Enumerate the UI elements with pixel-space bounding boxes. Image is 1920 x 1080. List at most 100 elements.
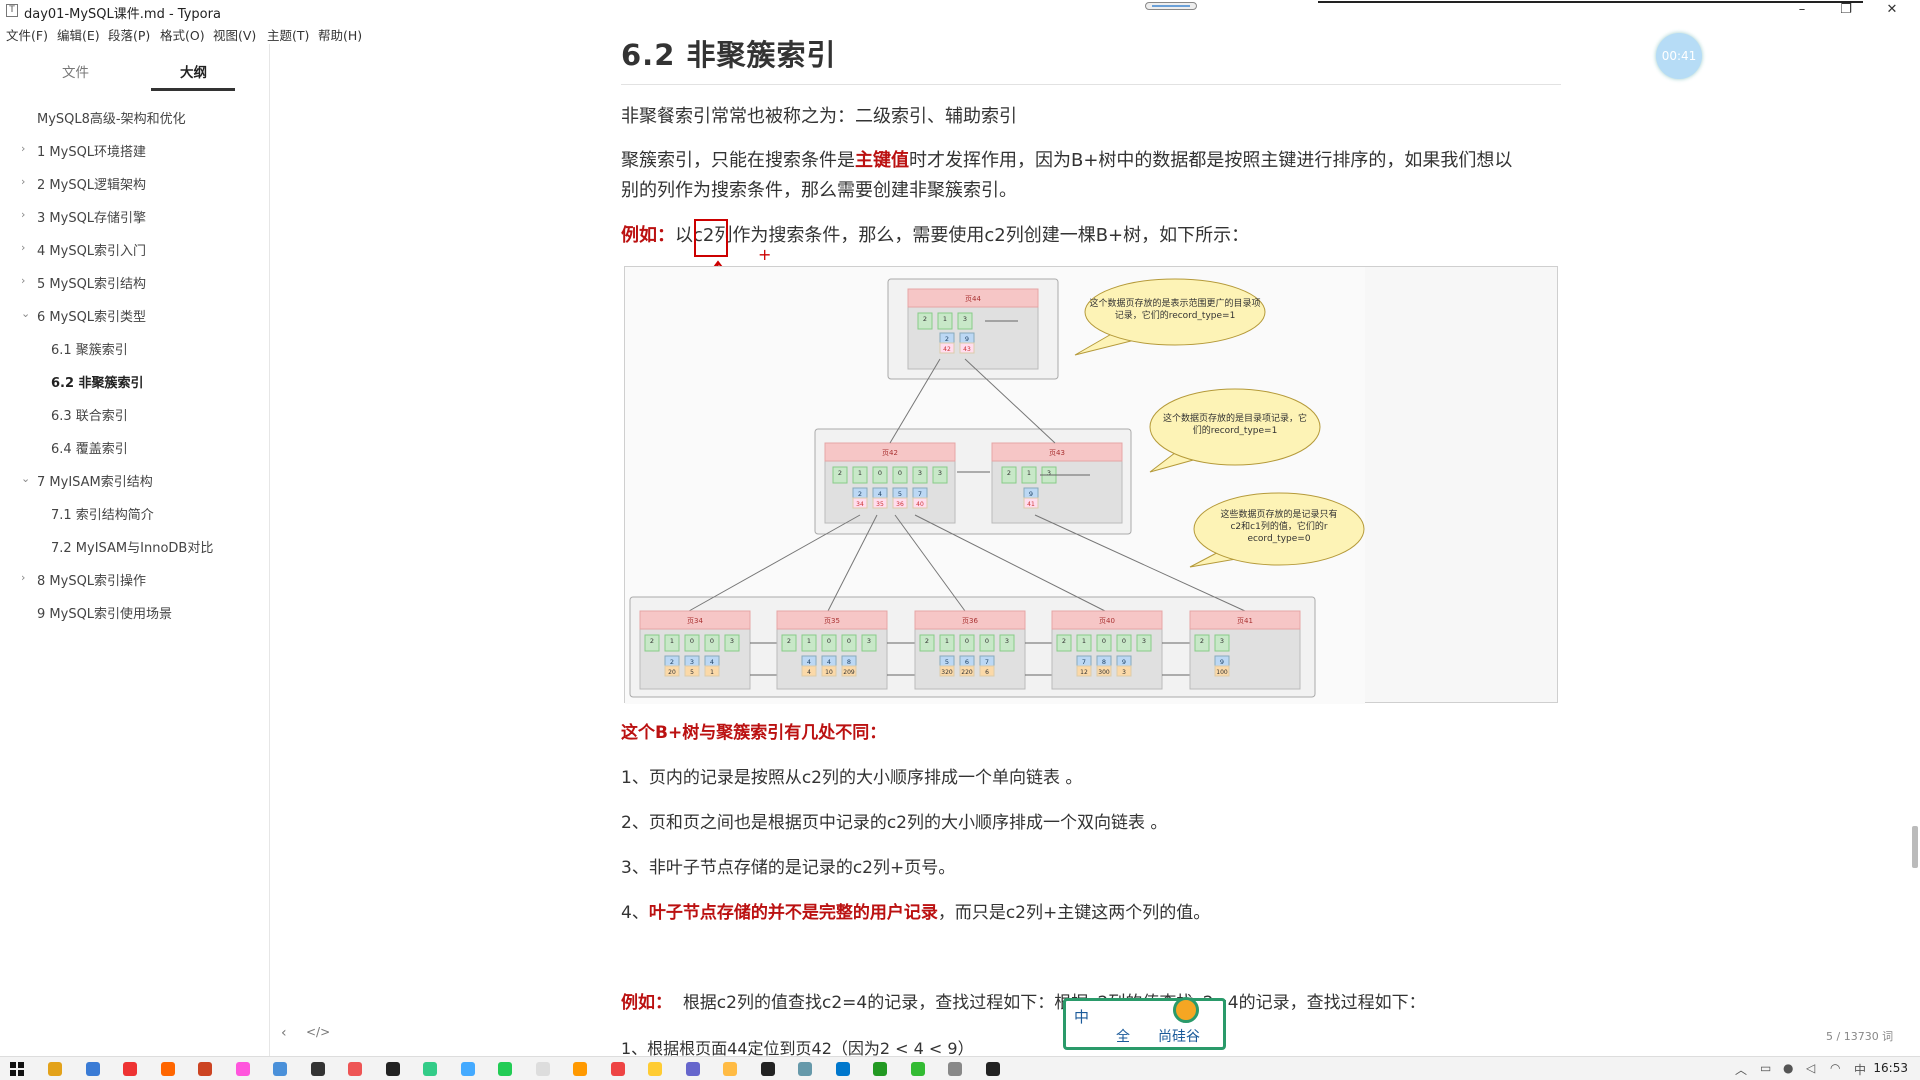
taskbar-app-icon[interactable] bbox=[685, 1062, 700, 1076]
val-value: 20 bbox=[668, 669, 676, 676]
record-header-num: 0 bbox=[878, 469, 882, 477]
taskbar-app-icon[interactable] bbox=[648, 1062, 662, 1076]
taskbar-app-icon[interactable] bbox=[948, 1062, 962, 1076]
menu-paragraph[interactable]: 段落(P) bbox=[108, 25, 150, 44]
diff-title: 这个B+树与聚簇索引有几处不同： bbox=[621, 723, 887, 743]
taskbar-app-icon[interactable] bbox=[535, 1062, 550, 1076]
windows-start-icon[interactable] bbox=[10, 1062, 24, 1076]
taskbar-app-icon[interactable] bbox=[85, 1062, 100, 1076]
recording-timer[interactable]: 00:41 bbox=[1656, 33, 1702, 79]
val-value: 4 bbox=[807, 669, 811, 676]
record-header-num: 2 bbox=[838, 469, 842, 477]
outline-item[interactable]: 6 MySQL索引类型 bbox=[37, 306, 146, 325]
outline-caret-icon[interactable]: ⌄ bbox=[21, 307, 30, 320]
taskbar-app-icon[interactable] bbox=[273, 1062, 287, 1076]
scrollbar-thumb[interactable] bbox=[1912, 826, 1918, 868]
record-header-num: 3 bbox=[1220, 637, 1224, 645]
screen-recorder-pill[interactable] bbox=[1145, 2, 1197, 10]
ime-chinese-mode[interactable]: 中 bbox=[1074, 1006, 1089, 1027]
taskbar-app-icon[interactable] bbox=[573, 1062, 587, 1076]
key-value: 4 bbox=[807, 658, 811, 666]
taskbar-app-icon[interactable] bbox=[160, 1062, 175, 1076]
source-code-mode-icon[interactable]: </> bbox=[306, 1025, 330, 1039]
menu-file[interactable]: 文件(F) bbox=[6, 25, 48, 44]
outline-item[interactable]: 6.3 联合索引 bbox=[51, 405, 128, 424]
paragraph-intro: 非聚餐索引常常也被称之为：二级索引、辅助索引 bbox=[621, 106, 1017, 127]
restore-button[interactable]: ❐ bbox=[1824, 0, 1868, 22]
minimize-button[interactable]: – bbox=[1780, 0, 1824, 22]
taskbar-app-icon[interactable] bbox=[610, 1062, 625, 1076]
tray-up-arrow-icon[interactable]: ︿ bbox=[1735, 1061, 1747, 1078]
outline-item[interactable]: 8 MySQL索引操作 bbox=[37, 570, 146, 589]
outline-caret-icon[interactable]: › bbox=[21, 208, 25, 221]
leaf-page-label: 页35 bbox=[824, 617, 840, 625]
val-value: 36 bbox=[896, 501, 904, 508]
taskbar-app-icon[interactable] bbox=[310, 1062, 325, 1076]
outline-item[interactable]: 7.2 MyISAM与InnoDB对比 bbox=[51, 537, 213, 556]
diff-item-1: 1、页内的记录是按照从c2列的大小顺序排成一个单向链表 。 bbox=[621, 768, 1083, 788]
record-header-num: 0 bbox=[847, 637, 851, 645]
outline-caret-icon[interactable]: ⌄ bbox=[21, 472, 30, 485]
val-value: 40 bbox=[916, 501, 924, 508]
outline-caret-icon[interactable]: › bbox=[21, 274, 25, 287]
key-value: 9 bbox=[1122, 658, 1126, 666]
ime-toolbar[interactable]: 中 全 尚硅谷 bbox=[1063, 997, 1226, 1050]
taskbar-app-icon[interactable] bbox=[123, 1062, 137, 1076]
tray-mic-icon[interactable]: ● bbox=[1783, 1061, 1793, 1075]
tab-files[interactable]: 文件 bbox=[62, 61, 89, 81]
outline-item[interactable]: 2 MySQL逻辑架构 bbox=[37, 174, 146, 193]
tray-network-icon[interactable]: ▭ bbox=[1760, 1061, 1771, 1075]
taskbar-app-icon[interactable] bbox=[723, 1062, 737, 1076]
outline-item[interactable]: 5 MySQL索引结构 bbox=[37, 273, 146, 292]
taskbar-app-icon[interactable] bbox=[760, 1062, 775, 1076]
close-button[interactable]: ✕ bbox=[1870, 0, 1914, 22]
outline-item[interactable]: MySQL8高级-架构和优化 bbox=[37, 108, 186, 127]
taskbar-app-icon[interactable] bbox=[910, 1062, 925, 1076]
taskbar-app-icon[interactable] bbox=[498, 1062, 512, 1076]
outline-caret-icon[interactable]: › bbox=[21, 175, 25, 188]
taskbar-app-icon[interactable] bbox=[460, 1062, 475, 1076]
taskbar-app-icon[interactable] bbox=[235, 1062, 250, 1076]
menu-theme[interactable]: 主题(T) bbox=[267, 25, 309, 44]
word-count[interactable]: 5 / 13730 词 bbox=[1826, 1028, 1893, 1044]
taskbar-app-icon[interactable] bbox=[835, 1062, 850, 1076]
outline-item[interactable]: 6.2 非聚簇索引 bbox=[51, 372, 144, 391]
tab-outline[interactable]: 大纲 bbox=[180, 61, 207, 81]
collapse-sidebar-icon[interactable]: ‹ bbox=[281, 1025, 287, 1041]
outline-caret-icon[interactable]: › bbox=[21, 571, 25, 584]
page-43-label: 页43 bbox=[1049, 449, 1065, 457]
taskbar-app-icon[interactable] bbox=[348, 1062, 362, 1076]
outline-item[interactable]: 9 MySQL索引使用场景 bbox=[37, 603, 172, 622]
taskbar-app-icon[interactable] bbox=[873, 1062, 887, 1076]
menu-edit[interactable]: 编辑(E) bbox=[57, 25, 100, 44]
menu-help[interactable]: 帮助(H) bbox=[318, 25, 362, 44]
ime-fullwidth[interactable]: 全 bbox=[1116, 1026, 1130, 1046]
outline-item[interactable]: 4 MySQL索引入门 bbox=[37, 240, 146, 259]
tray-ime-icon[interactable]: 中 bbox=[1854, 1061, 1866, 1078]
taskbar-app-icon[interactable] bbox=[423, 1062, 437, 1076]
outline-caret-icon[interactable]: › bbox=[21, 142, 25, 155]
outline-item[interactable]: 3 MySQL存储引擎 bbox=[37, 207, 146, 226]
taskbar-app-icon[interactable] bbox=[798, 1062, 812, 1076]
tray-wifi-icon[interactable]: ◠ bbox=[1830, 1061, 1840, 1075]
bplus-tree-figure: 页44 2 1 3 2 42 9 43 页42 2 1 0 0 3 3 2 34 4 35 5 36 7 40 页43 2 1 3 9… bbox=[624, 266, 1558, 704]
taskbar-app-icon[interactable] bbox=[985, 1062, 1000, 1076]
outline-item[interactable]: 1 MySQL环境搭建 bbox=[37, 141, 146, 160]
val-value: 10 bbox=[825, 669, 833, 676]
tray-volume-icon[interactable]: ◁ bbox=[1806, 1061, 1815, 1075]
menu-format[interactable]: 格式(O) bbox=[160, 25, 205, 44]
outline-item[interactable]: 6.4 覆盖索引 bbox=[51, 438, 128, 457]
outline-item[interactable]: 7.1 索引结构简介 bbox=[51, 504, 154, 523]
taskbar-clock[interactable]: 16:53 bbox=[1873, 1061, 1908, 1075]
taskbar-app-icon[interactable] bbox=[48, 1062, 62, 1076]
taskbar-app-icon[interactable] bbox=[385, 1062, 400, 1076]
bplus-tree-diagram: 页442 1 3242943页422 1 0 0 3 3234435536740页432 1 39… bbox=[625, 267, 1365, 704]
key-value: 5 bbox=[945, 658, 949, 666]
outline-item[interactable]: 6.1 聚簇索引 bbox=[51, 339, 128, 358]
outline-caret-icon[interactable]: › bbox=[21, 241, 25, 254]
record-header-num: 1 bbox=[1027, 469, 1031, 477]
taskbar-app-icon[interactable] bbox=[198, 1062, 212, 1076]
menu-view[interactable]: 视图(V) bbox=[213, 25, 256, 44]
outline-item[interactable]: 7 MyISAM索引结构 bbox=[37, 471, 153, 490]
record-header-num: 2 bbox=[925, 637, 929, 645]
